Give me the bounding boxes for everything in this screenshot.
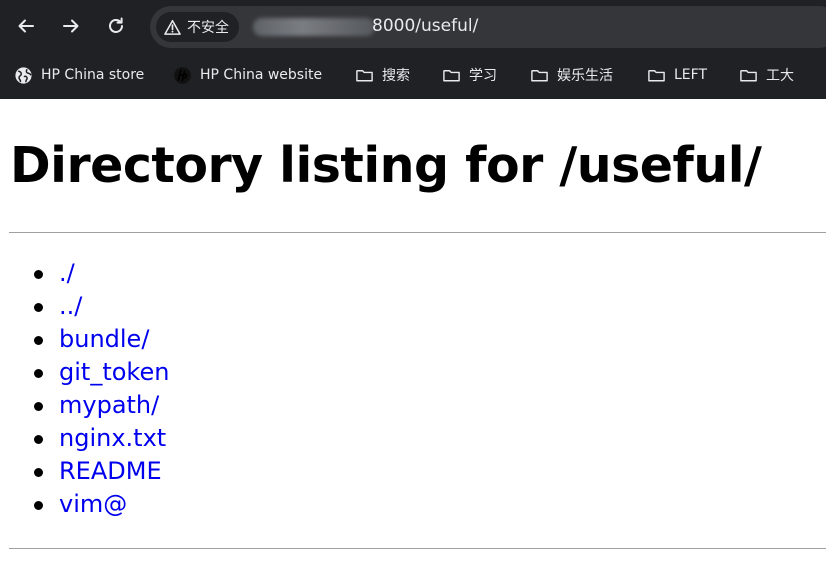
bookmark-label: 娱乐生活	[557, 68, 613, 84]
bookmark-hp-china-store[interactable]: HP China store	[14, 64, 144, 86]
list-item: ../	[0, 290, 169, 323]
folder-icon	[648, 69, 665, 81]
file-link-current-dir[interactable]: ./	[59, 259, 75, 287]
folder-icon	[740, 69, 757, 81]
bookmark-label: HP China store	[41, 67, 145, 83]
list-item: mypath/	[0, 389, 169, 422]
bookmark-folder-university[interactable]: 工大	[739, 64, 794, 86]
list-item: vim@	[0, 488, 169, 521]
bookmark-folder-study[interactable]: 学习	[442, 64, 497, 86]
bookmark-hp-china-website[interactable]: HP China website	[173, 64, 322, 86]
bookmark-label: 工大	[766, 68, 794, 84]
bookmark-label: HP China website	[200, 67, 323, 83]
url-text[interactable]: 8000/useful/	[372, 16, 478, 36]
list-item: bundle/	[0, 323, 169, 356]
reload-icon	[109, 17, 123, 33]
file-link-vim[interactable]: vim@	[59, 490, 127, 518]
security-indicator[interactable]: 不安全	[156, 12, 239, 42]
back-button[interactable]	[12, 12, 40, 40]
bookmarks-bar: HP China store HP China website 搜索 学习 娱乐…	[0, 56, 826, 94]
hp-logo-icon	[174, 66, 191, 84]
file-link-bundle[interactable]: bundle/	[59, 325, 149, 353]
page-title: Directory listing for /useful/	[10, 137, 762, 194]
redacted-host	[253, 18, 375, 36]
file-list: ./ ../ bundle/ git_token mypath/ nginx.t…	[0, 257, 169, 521]
arrow-left-icon	[18, 19, 34, 33]
bookmark-folder-left[interactable]: LEFT	[647, 64, 707, 86]
browser-chrome: 不安全 8000/useful/ HP China store HP China…	[0, 0, 826, 99]
file-link-git-token[interactable]: git_token	[59, 358, 169, 386]
warning-icon	[164, 19, 181, 35]
list-item: git_token	[0, 356, 169, 389]
file-link-nginx[interactable]: nginx.txt	[59, 424, 166, 452]
bookmark-label: LEFT	[674, 67, 708, 83]
arrow-right-icon	[63, 19, 79, 33]
bookmark-folder-entertainment[interactable]: 娱乐生活	[530, 64, 613, 86]
list-item: README	[0, 455, 169, 488]
browser-toolbar: 不安全 8000/useful/	[0, 0, 826, 54]
globe-icon	[15, 66, 32, 84]
address-bar[interactable]: 不安全 8000/useful/	[150, 6, 826, 48]
list-item: ./	[0, 257, 169, 290]
bookmark-folder-search[interactable]: 搜索	[355, 64, 410, 86]
file-link-readme[interactable]: README	[59, 457, 162, 485]
folder-icon	[443, 69, 460, 81]
folder-icon	[356, 69, 373, 81]
folder-icon	[531, 69, 548, 81]
bottom-divider	[9, 548, 826, 549]
file-link-mypath[interactable]: mypath/	[59, 391, 159, 419]
top-divider	[9, 232, 826, 233]
file-link-parent-dir[interactable]: ../	[59, 292, 82, 320]
bookmark-label: 学习	[469, 68, 497, 84]
forward-button[interactable]	[57, 12, 85, 40]
reload-button[interactable]	[102, 12, 130, 40]
list-item: nginx.txt	[0, 422, 169, 455]
bookmark-label: 搜索	[382, 68, 410, 84]
security-label: 不安全	[187, 20, 229, 36]
